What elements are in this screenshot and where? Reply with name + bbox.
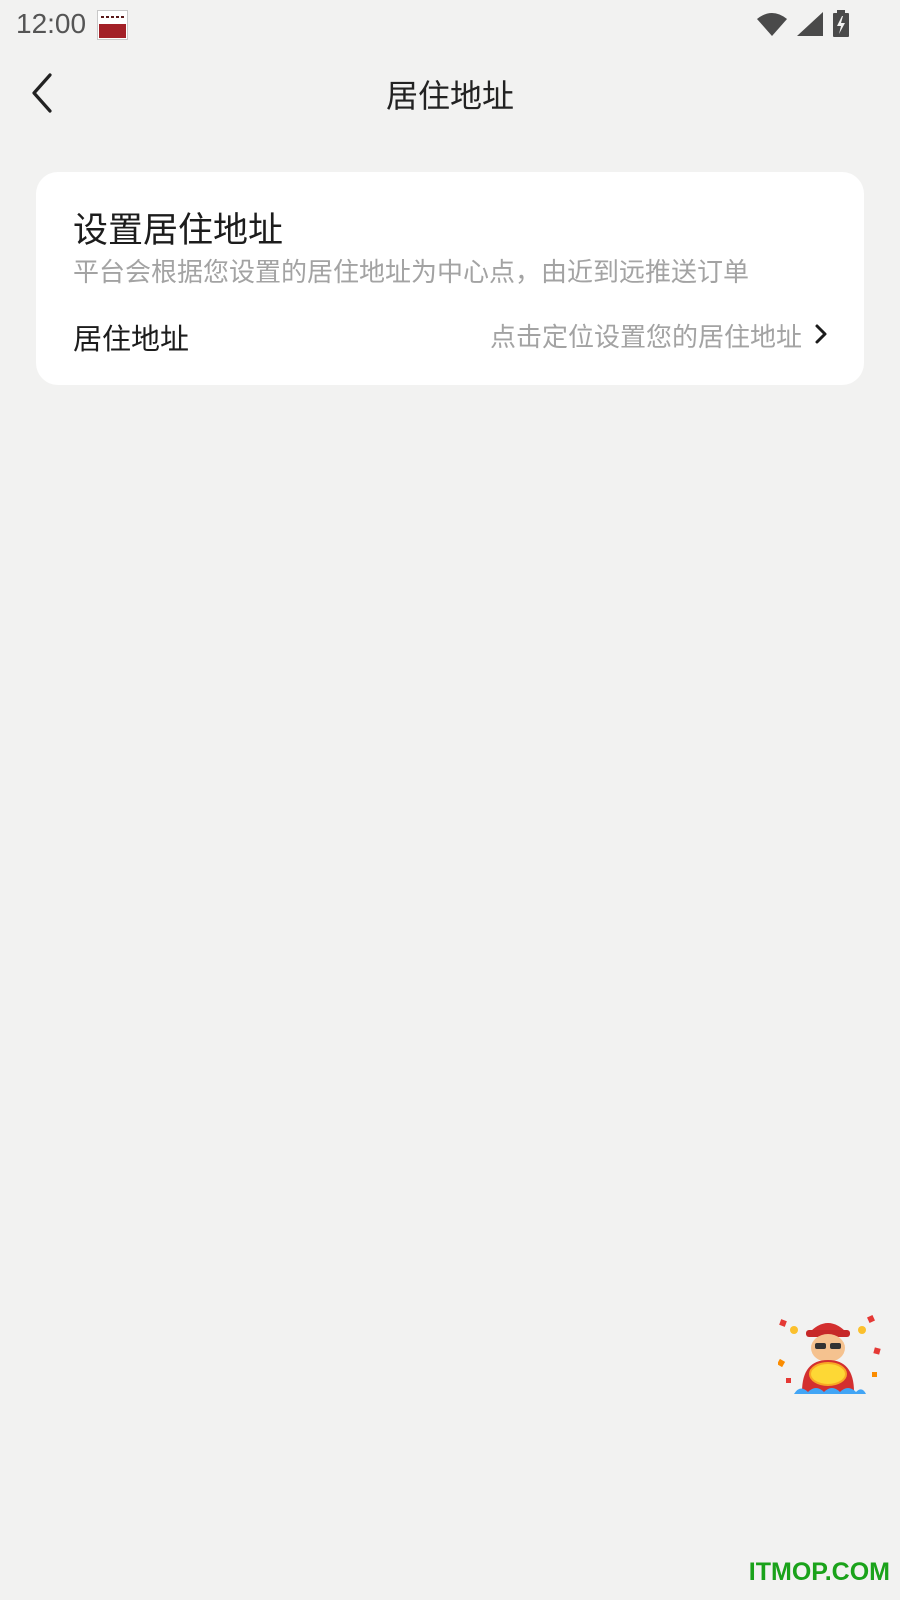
app-notification-icon (97, 10, 128, 40)
residence-address-card: 设置居住地址 平台会根据您设置的居住地址为中心点，由近到远推送订单 居住地址 点… (36, 172, 864, 385)
address-row[interactable]: 居住地址 点击定位设置您的居住地址 (36, 302, 864, 362)
status-time: 12:00 (16, 8, 87, 39)
battery-charging-icon (832, 10, 850, 42)
mascot-icon (776, 1315, 881, 1394)
card-title: 设置居住地址 (73, 211, 284, 251)
page-title: 居住地址 (385, 77, 514, 115)
status-icons (756, 10, 850, 42)
chevron-right-icon (815, 324, 827, 344)
status-bar: 12:00 (0, 0, 900, 50)
watermark: ITMOP.COM (748, 1558, 890, 1586)
address-placeholder[interactable]: 点击定位设置您的居住地址 (490, 317, 802, 354)
header-bar: 居住地址 (0, 55, 900, 130)
wifi-icon (756, 11, 788, 41)
cellular-signal-icon (796, 11, 824, 41)
card-description: 平台会根据您设置的居住地址为中心点，由近到远推送订单 (73, 258, 750, 288)
mascot-float-button[interactable] (776, 1312, 882, 1396)
address-label: 居住地址 (73, 322, 190, 356)
